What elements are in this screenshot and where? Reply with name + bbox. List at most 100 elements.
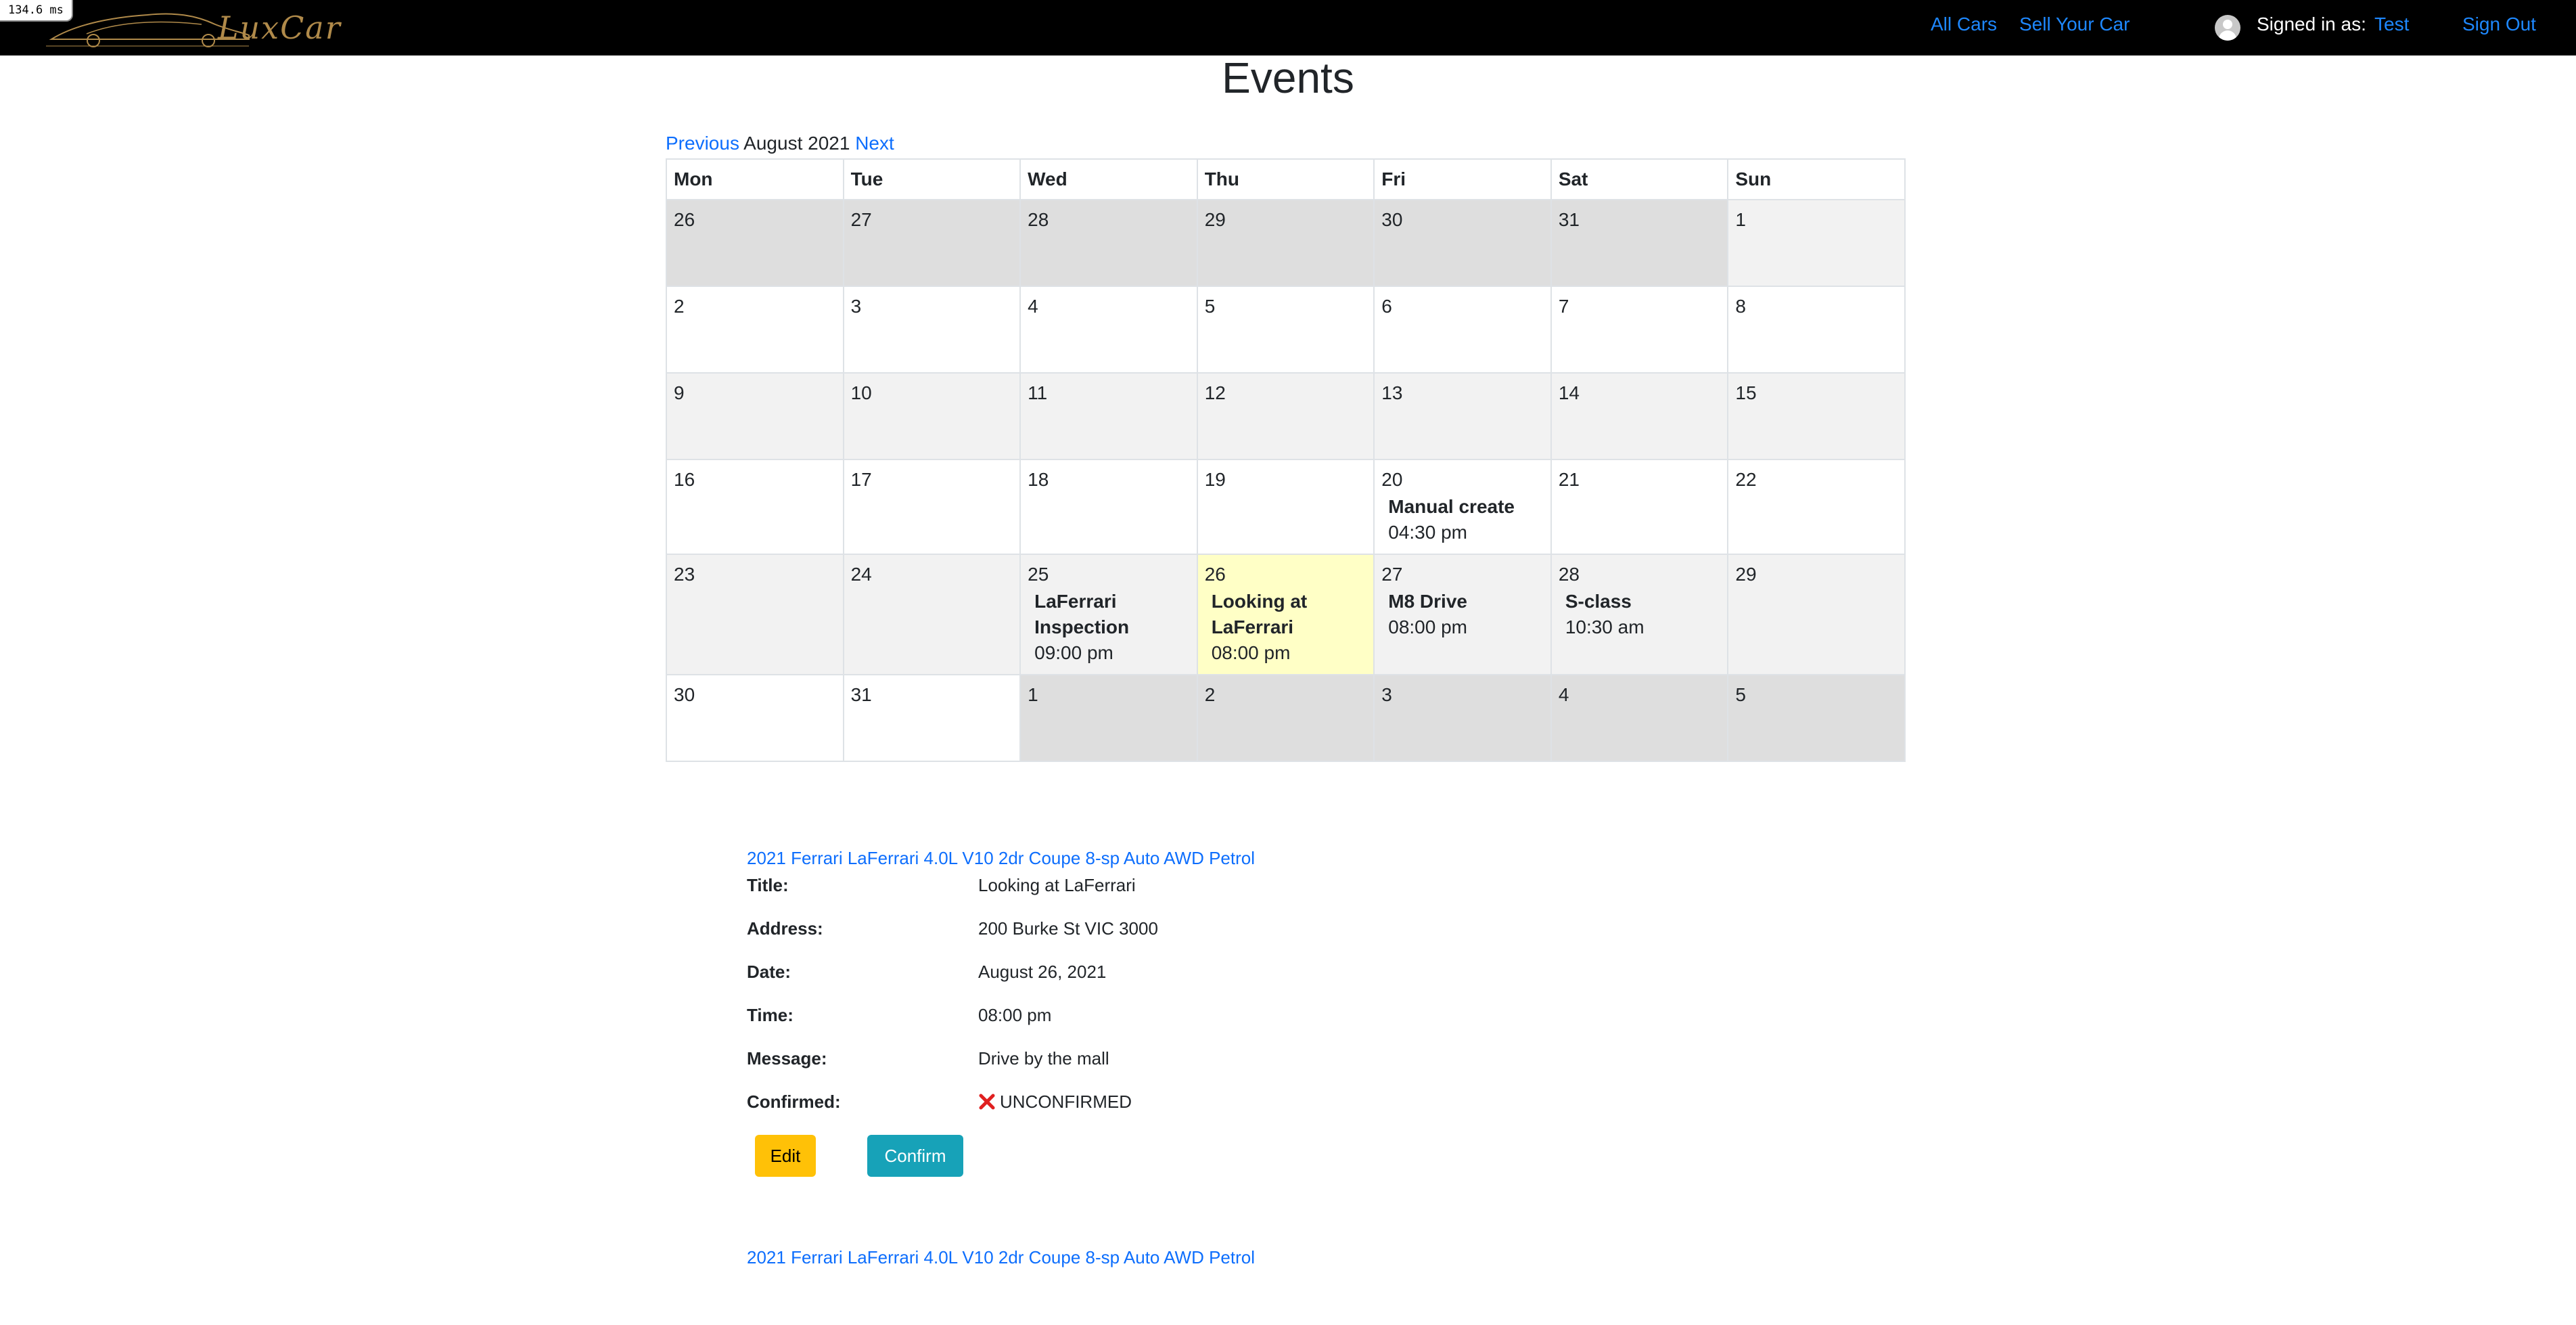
- detail-value: Looking at LaFerrari: [978, 875, 1136, 895]
- day-number: 4: [1028, 296, 1038, 317]
- calendar-day-cell[interactable]: 31: [1550, 199, 1729, 287]
- calendar-day-cell[interactable]: 4: [1550, 674, 1729, 762]
- calendar-event[interactable]: S-class 10:30 am: [1559, 589, 1721, 640]
- calendar-day-cell[interactable]: 1: [1019, 674, 1198, 762]
- event-time: 10:30 am: [1565, 616, 1644, 637]
- calendar-week-row: 26 27 28 29 30 31 1: [666, 199, 1906, 287]
- detail-label: Address:: [747, 918, 823, 939]
- calendar-day-cell[interactable]: 27: [842, 199, 1021, 287]
- calendar-day-cell[interactable]: 5: [1727, 674, 1906, 762]
- day-number: 28: [1028, 209, 1049, 230]
- calendar-event[interactable]: Manual create 04:30 pm: [1381, 494, 1544, 545]
- day-number: 30: [674, 684, 695, 705]
- calendar-day-today[interactable]: 26 Looking at LaFerrari 08:00 pm: [1196, 554, 1375, 675]
- calendar-day-cell[interactable]: 4: [1019, 286, 1198, 374]
- calendar-day-cell[interactable]: 22: [1727, 459, 1906, 555]
- next-month-link[interactable]: Next: [855, 133, 894, 154]
- confirm-button[interactable]: Confirm: [867, 1135, 963, 1177]
- calendar-day-cell[interactable]: 29: [1196, 199, 1375, 287]
- calendar-day-cell[interactable]: 21: [1550, 459, 1729, 555]
- weekday-header-sat: Sat: [1550, 158, 1729, 200]
- calendar-day-cell[interactable]: 29: [1727, 554, 1906, 675]
- day-number: 14: [1558, 382, 1580, 403]
- user-name-link[interactable]: Test: [2374, 14, 2409, 35]
- calendar-day-cell[interactable]: 16: [666, 459, 844, 555]
- day-number: 5: [1204, 296, 1216, 317]
- calendar-day-cell[interactable]: 11: [1019, 372, 1198, 460]
- event-time: 08:00 pm: [1211, 642, 1291, 663]
- event-detail-panel: 2021 Ferrari LaFerrari 4.0L V10 2dr Coup…: [747, 848, 1694, 1274]
- calendar-event[interactable]: M8 Drive 08:00 pm: [1381, 589, 1544, 640]
- calendar-day-cell[interactable]: 15: [1727, 372, 1906, 460]
- day-number: 12: [1204, 382, 1226, 403]
- calendar-day-cell[interactable]: 1: [1727, 199, 1906, 287]
- day-number: 4: [1558, 684, 1569, 705]
- calendar-day-cell[interactable]: 10: [842, 372, 1021, 460]
- signed-in-label: Signed in as:: [2257, 14, 2366, 35]
- calendar-day-cell[interactable]: 30: [666, 674, 844, 762]
- calendar-day-cell[interactable]: 28 S-class 10:30 am: [1550, 554, 1729, 675]
- calendar-day-cell[interactable]: 9: [666, 372, 844, 460]
- previous-month-link[interactable]: Previous: [666, 133, 739, 154]
- day-number: 27: [1381, 564, 1403, 585]
- day-number: 2: [1204, 684, 1216, 705]
- car-listing-link[interactable]: 2021 Ferrari LaFerrari 4.0L V10 2dr Coup…: [747, 848, 1694, 875]
- calendar-event[interactable]: Looking at LaFerrari 08:00 pm: [1205, 589, 1367, 666]
- detail-value: 08:00 pm: [978, 1005, 1052, 1025]
- logo-wordmark[interactable]: LuxCar: [218, 9, 342, 46]
- calendar-day-cell[interactable]: 30: [1373, 199, 1552, 287]
- calendar-day-cell[interactable]: 5: [1196, 286, 1375, 374]
- detail-row: Address: 200 Burke St VIC 3000: [747, 918, 1694, 962]
- calendar-day-cell[interactable]: 2: [1196, 674, 1375, 762]
- calendar-day-cell[interactable]: 13: [1373, 372, 1552, 460]
- sign-out-link[interactable]: Sign Out: [2462, 14, 2536, 35]
- calendar-day-cell[interactable]: 2: [666, 286, 844, 374]
- calendar-day-cell[interactable]: 24: [842, 554, 1021, 675]
- calendar-day-cell[interactable]: 17: [842, 459, 1021, 555]
- day-number: 30: [1381, 209, 1403, 230]
- calendar-day-cell[interactable]: 23: [666, 554, 844, 675]
- calendar-day-cell[interactable]: 25 LaFerrari Inspection 09:00 pm: [1019, 554, 1198, 675]
- detail-row: Date: August 26, 2021: [747, 962, 1694, 1005]
- calendar-day-cell[interactable]: 6: [1373, 286, 1552, 374]
- day-number: 18: [1028, 469, 1049, 490]
- nav-sell-car-link[interactable]: Sell Your Car: [2019, 14, 2130, 35]
- calendar-day-cell[interactable]: 26: [666, 199, 844, 287]
- day-number: 2: [674, 296, 685, 317]
- next-car-listing-link[interactable]: 2021 Ferrari LaFerrari 4.0L V10 2dr Coup…: [747, 1247, 1694, 1274]
- day-number: 8: [1735, 296, 1746, 317]
- day-number: 31: [1558, 209, 1580, 230]
- detail-value: 200 Burke St VIC 3000: [978, 918, 1158, 939]
- event-time: 08:00 pm: [1388, 616, 1467, 637]
- calendar-day-cell[interactable]: 14: [1550, 372, 1729, 460]
- detail-value: August 26, 2021: [978, 962, 1107, 982]
- calendar-event[interactable]: LaFerrari Inspection 09:00 pm: [1028, 589, 1190, 666]
- calendar-day-cell[interactable]: 27 M8 Drive 08:00 pm: [1373, 554, 1552, 675]
- calendar-day-cell[interactable]: 28: [1019, 199, 1198, 287]
- calendar-day-cell[interactable]: 19: [1196, 459, 1375, 555]
- detail-label: Confirmed:: [747, 1092, 841, 1112]
- event-title: Manual create: [1388, 496, 1515, 517]
- avatar-icon: [2215, 15, 2240, 41]
- detail-row: Message: Drive by the mall: [747, 1048, 1694, 1092]
- calendar-day-cell[interactable]: 7: [1550, 286, 1729, 374]
- current-month-label: August 2021: [743, 133, 850, 154]
- event-title: S-class: [1565, 591, 1632, 612]
- weekday-header-tue: Tue: [842, 158, 1021, 200]
- weekday-header-sun: Sun: [1727, 158, 1906, 200]
- calendar-week-row: 16 17 18 19 20 Manual create 04:30 pm 21 22: [666, 459, 1906, 555]
- calendar-day-cell[interactable]: 20 Manual create 04:30 pm: [1373, 459, 1552, 555]
- calendar-day-cell[interactable]: 3: [1373, 674, 1552, 762]
- day-number: 6: [1381, 296, 1392, 317]
- calendar-day-cell[interactable]: 18: [1019, 459, 1198, 555]
- calendar-day-cell[interactable]: 12: [1196, 372, 1375, 460]
- calendar-day-cell[interactable]: 3: [842, 286, 1021, 374]
- edit-button[interactable]: Edit: [755, 1135, 816, 1177]
- nav-all-cars-link[interactable]: All Cars: [1931, 14, 1997, 35]
- weekday-header-mon: Mon: [666, 158, 844, 200]
- day-number: 28: [1558, 564, 1580, 585]
- day-number: 15: [1735, 382, 1757, 403]
- calendar-day-cell[interactable]: 8: [1727, 286, 1906, 374]
- top-navbar: 134.6 ms LuxCar All Cars Sell Your Car S…: [0, 0, 2576, 55]
- calendar-day-cell[interactable]: 31: [842, 674, 1021, 762]
